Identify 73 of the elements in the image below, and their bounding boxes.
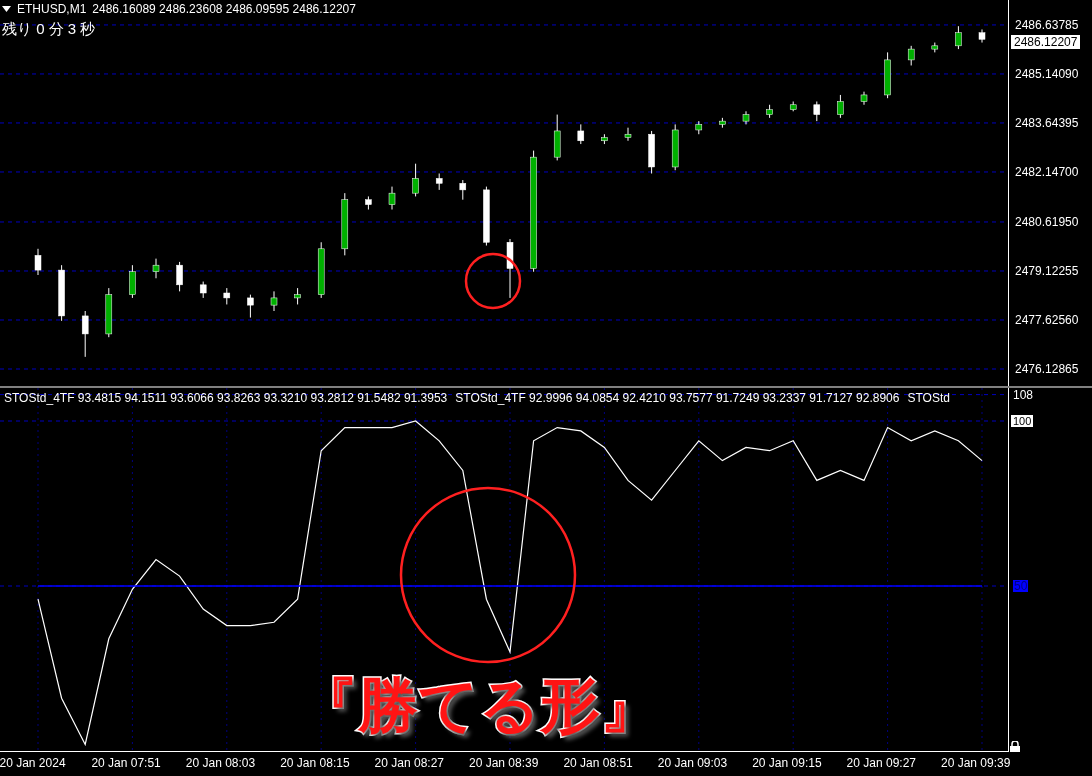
time-axis-label: 20 Jan 09:39 [941, 756, 1011, 770]
candle [34, 248, 42, 276]
time-axis-label: 20 Jan 09:15 [752, 756, 822, 770]
candle [247, 294, 254, 319]
price-axis-label: 2486.63785 [1015, 17, 1079, 32]
candle [317, 241, 325, 299]
candle [624, 127, 632, 142]
price-axis-label: 2483.64395 [1015, 115, 1079, 130]
current-price-label: 2486.12207 [1011, 34, 1081, 49]
time-axis-label: 20 Jan 08:15 [280, 756, 350, 770]
candle [506, 238, 514, 299]
time-axis-label: 20 Jan 2024 [0, 756, 66, 770]
highlight-circle [464, 252, 522, 310]
indicator-legend: STOStd_4TF 92.9996 94.0854 92.4210 93.7577 91.7249 93.2337 91.7127 92.8906 [455, 391, 900, 405]
candle [955, 25, 962, 50]
dropdown-icon[interactable] [2, 6, 11, 12]
candle [81, 310, 89, 358]
candle [553, 114, 561, 161]
candle [813, 101, 821, 122]
caption-text: 『勝てる形』 [298, 671, 660, 741]
candle [341, 192, 349, 256]
candle [129, 264, 136, 299]
price-quote: 2486.16089 2486.23608 2486.09595 2486.12207 [92, 2, 356, 16]
candle [365, 195, 372, 210]
candle [459, 179, 467, 201]
scale-label: 108 [1013, 388, 1034, 401]
price-axis-label: 2482.14700 [1015, 164, 1079, 179]
scale-label: 100 [1011, 415, 1034, 427]
candle [223, 287, 231, 305]
candle [435, 173, 443, 191]
candle [907, 45, 915, 66]
candle [412, 163, 419, 197]
candle [719, 117, 726, 129]
candle [742, 110, 750, 125]
time-axis-label: 20 Jan 08:27 [374, 756, 444, 770]
candle [152, 258, 160, 279]
time-axis-label: 20 Jan 09:27 [846, 756, 916, 770]
price-axis-label: 2480.61950 [1015, 214, 1079, 229]
candle [577, 123, 585, 145]
candle [860, 91, 868, 106]
candle [931, 42, 939, 53]
candle [884, 51, 891, 99]
candle [176, 261, 183, 292]
candle [648, 130, 655, 174]
price-axis-label: 2479.12255 [1015, 264, 1079, 278]
time-axis-label: 20 Jan 08:39 [469, 756, 539, 770]
candle [388, 186, 396, 210]
candle [671, 123, 679, 171]
candle [483, 186, 490, 247]
price-axis-label: 2477.62560 [1015, 313, 1079, 327]
indicator-legend: STOStd_4TF 93.4815 94.1511 93.6066 93.8263 93.3210 93.2812 91.5482 91.3953 [4, 391, 448, 405]
time-axis-label: 20 Jan 07:51 [91, 756, 161, 770]
scale-label: 50 [1013, 580, 1029, 592]
candle [695, 120, 703, 135]
candle [199, 281, 207, 299]
lock-icon[interactable] [1010, 741, 1020, 752]
candle [294, 287, 301, 305]
time-axis-label: 20 Jan 09:03 [657, 756, 728, 770]
candle [270, 290, 278, 312]
time-axis-label: 20 Jan 08:51 [563, 756, 633, 770]
countdown-text: 残り 0 分 3 秒 [2, 20, 96, 38]
candle [978, 28, 986, 44]
symbol-label: ETHUSD,M1 [17, 2, 87, 16]
candle [837, 94, 844, 119]
time-axis-label: 20 Jan 08:03 [185, 756, 256, 770]
candle [58, 264, 65, 322]
candle [766, 104, 773, 119]
candle [105, 287, 113, 338]
candle [601, 133, 608, 145]
indicator-legend: STOStd [907, 391, 950, 405]
price-axis-label: 2485.14090 [1015, 66, 1079, 81]
candle [789, 101, 797, 112]
price-axis-label: 2476.12865 [1015, 362, 1079, 376]
